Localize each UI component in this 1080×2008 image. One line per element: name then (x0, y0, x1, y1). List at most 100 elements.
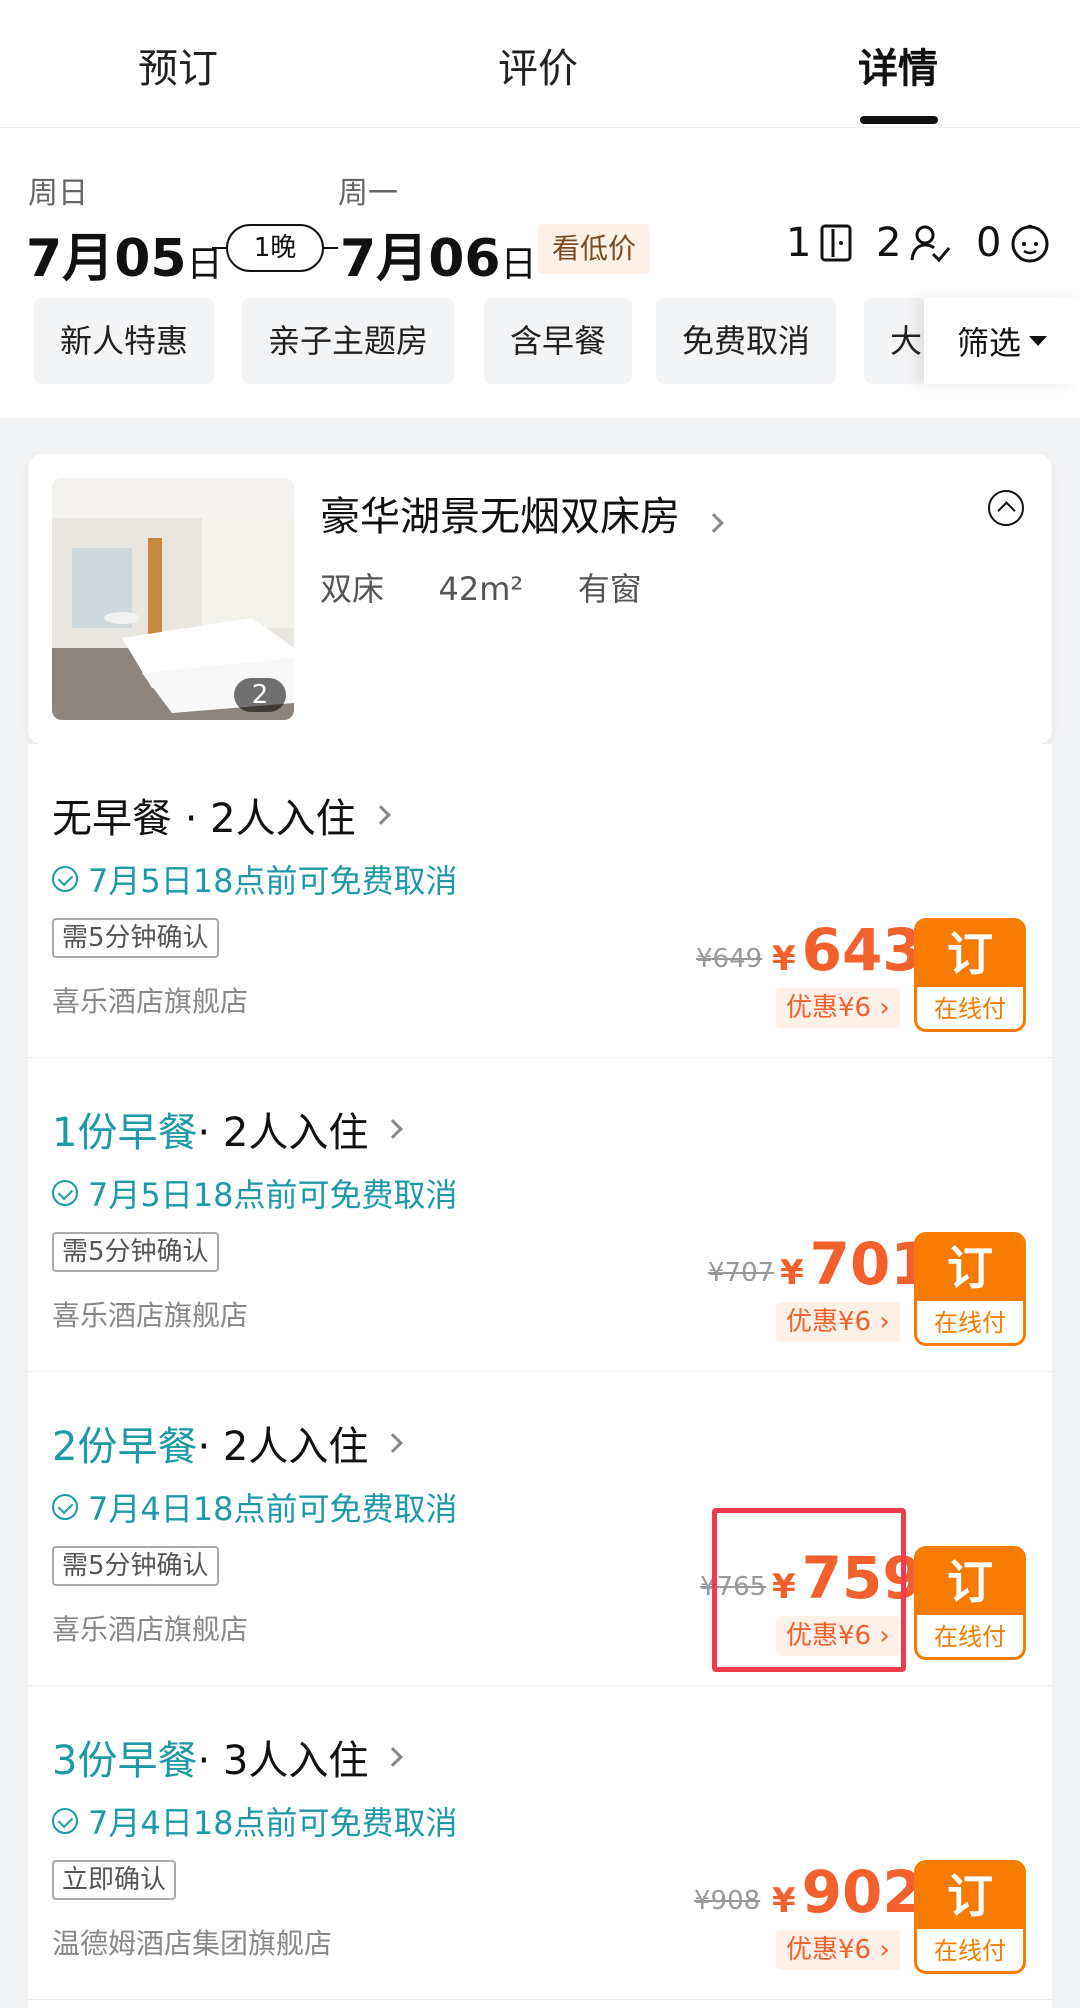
filter-chip-free-cancel[interactable]: 免费取消 (656, 298, 837, 384)
discount-badge[interactable]: 优惠¥6 › (776, 1930, 900, 1970)
rooms-count[interactable]: 1 (786, 220, 853, 266)
pay-online-label: 在线付 (934, 1309, 1006, 1337)
book-button[interactable]: 订 在线付 (914, 918, 1026, 1032)
children-value: 0 (976, 220, 1002, 266)
cancel-text: 7月4日18点前可免费取消 (88, 1490, 458, 1528)
rate-plan-row[interactable]: 3份早餐 · 3人入住 7月4日18点前可免费取消 立即确认 温德姆酒店集团旗舰… (28, 1686, 1052, 2000)
shop-name: 喜乐酒店旗舰店 (52, 1299, 249, 1332)
checkout-date[interactable]: 7月06日 (340, 216, 537, 291)
collapse-icon[interactable] (988, 490, 1024, 526)
caret-down-icon (1029, 336, 1047, 346)
currency-symbol: ¥ (780, 1253, 804, 1293)
confirm-tag: 需5分钟确认 (52, 918, 219, 958)
filter-chip-breakfast[interactable]: 含早餐 (484, 298, 633, 384)
shop-name: 喜乐酒店旗舰店 (52, 1613, 249, 1646)
pay-online-label: 在线付 (934, 1623, 1006, 1651)
filter-label: 筛选 (956, 324, 1021, 362)
pay-online-label: 在线付 (934, 995, 1006, 1023)
rate-title[interactable]: 2份早餐 · 2人入住 (52, 1414, 404, 1472)
price-value: 902 (801, 1858, 923, 1926)
room-title[interactable]: 豪华湖景无烟双床房 (320, 484, 724, 542)
checkout-month: 7月 (340, 229, 429, 289)
cancel-text: 7月5日18点前可免费取消 (88, 862, 458, 900)
chevron-right-icon (383, 1433, 404, 1453)
nights-line-left (212, 247, 226, 249)
book-button[interactable]: 订 在线付 (914, 1546, 1026, 1660)
adults-value: 2 (876, 220, 902, 266)
price-value: 643 (801, 916, 923, 984)
filter-chip-family-theme[interactable]: 亲子主题房 (242, 298, 455, 384)
original-price: ¥707 (708, 1258, 775, 1288)
checkout-suffix: 日 (500, 244, 537, 285)
top-tab-bar: 预订 评价 详情 (0, 0, 1080, 128)
discount-badge[interactable]: 优惠¥6 › (776, 1302, 900, 1342)
photo-count-badge: 2 (234, 678, 286, 712)
room-card[interactable]: 2 豪华湖景无烟双床房 双床 42m² 有窗 (28, 454, 1052, 744)
checkin-month: 7月 (26, 229, 115, 289)
rate-plan-row[interactable]: 无早餐 · 2人入住 7月5日18点前可免费取消 需5分钟确认 喜乐酒店旗舰店 … (28, 744, 1052, 1058)
cancel-text: 7月4日18点前可免费取消 (88, 1804, 458, 1842)
free-cancel-policy: 7月5日18点前可免费取消 (52, 856, 457, 902)
chevron-right-icon (370, 805, 391, 825)
children-count[interactable]: 0 (976, 220, 1051, 266)
check-circle-icon (52, 866, 78, 892)
confirm-tag: 需5分钟确认 (52, 1232, 219, 1272)
book-label: 订 (917, 921, 1023, 987)
rate-title-text: · 2人入住 (197, 1424, 369, 1470)
checkin-suffix: 日 (186, 244, 223, 285)
chevron-right-icon (383, 1119, 404, 1139)
tab-booking[interactable]: 预订 (138, 36, 218, 94)
low-price-button[interactable]: 看低价 (538, 224, 651, 274)
active-tab-indicator (860, 116, 938, 124)
adult-icon (910, 225, 951, 263)
check-circle-icon (52, 1808, 78, 1834)
checkin-weekday: 周日 (28, 176, 88, 211)
sale-price: ¥643 (772, 916, 923, 984)
currency-symbol: ¥ (772, 939, 796, 979)
room-photo[interactable]: 2 (52, 478, 294, 720)
room-bed: 双床 (320, 570, 385, 608)
rate-title-highlight: 2份早餐 (52, 1424, 198, 1470)
original-price: ¥649 (696, 944, 763, 974)
discount-badge[interactable]: 优惠¥6 › (776, 988, 900, 1028)
cancel-text: 7月5日18点前可免费取消 (88, 1176, 458, 1214)
filter-button[interactable]: 筛选 (924, 298, 1080, 384)
tab-reviews[interactable]: 评价 (498, 36, 578, 94)
date-guest-bar: 周日 7月05日 1晚 周一 7月06日 看低价 1 2 0 新人特惠 亲子主题… (0, 128, 1080, 418)
confirm-tag: 立即确认 (52, 1860, 177, 1900)
pay-online-label: 在线付 (934, 1937, 1006, 1965)
sale-price: ¥701 (780, 1230, 931, 1298)
shop-name: 喜乐酒店旗舰店 (52, 985, 249, 1018)
filter-chip-new-user[interactable]: 新人特惠 (34, 298, 215, 384)
free-cancel-policy: 7月4日18点前可免费取消 (52, 1484, 457, 1530)
checkout-weekday: 周一 (338, 176, 398, 211)
room-window: 有窗 (577, 570, 642, 608)
book-button[interactable]: 订 在线付 (914, 1232, 1026, 1346)
room-attributes: 双床 42m² 有窗 (320, 564, 642, 610)
rate-title[interactable]: 1份早餐 · 2人入住 (52, 1100, 404, 1158)
rate-plan-row[interactable]: 1份早餐 · 2人入住 7月5日18点前可免费取消 需5分钟确认 喜乐酒店旗舰店… (28, 1058, 1052, 1372)
book-label: 订 (917, 1235, 1023, 1301)
rate-plan-list: 无早餐 · 2人入住 7月5日18点前可免费取消 需5分钟确认 喜乐酒店旗舰店 … (28, 744, 1052, 2008)
book-label: 订 (917, 1549, 1023, 1615)
rate-title[interactable]: 无早餐 · 2人入住 (52, 786, 391, 844)
room-title-text: 豪华湖景无烟双床房 (320, 494, 680, 540)
adults-count[interactable]: 2 (876, 220, 951, 266)
child-icon (1011, 224, 1049, 263)
tab-details[interactable]: 详情 (858, 36, 938, 94)
check-circle-icon (52, 1180, 78, 1206)
rooms-value: 1 (786, 220, 812, 266)
sale-price: ¥902 (772, 1858, 923, 1926)
currency-symbol: ¥ (772, 1881, 796, 1921)
book-button[interactable]: 订 在线付 (914, 1860, 1026, 1974)
chevron-right-icon (703, 513, 724, 533)
check-circle-icon (52, 1494, 78, 1520)
checkin-date[interactable]: 7月05日 (26, 216, 223, 291)
nights-pill: 1晚 (226, 224, 324, 272)
book-label: 订 (917, 1863, 1023, 1929)
chevron-right-icon (383, 1747, 404, 1767)
free-cancel-policy: 7月5日18点前可免费取消 (52, 1170, 457, 1216)
rate-title[interactable]: 3份早餐 · 3人入住 (52, 1728, 404, 1786)
room-area: 42m² (438, 570, 524, 608)
door-icon (820, 224, 852, 262)
